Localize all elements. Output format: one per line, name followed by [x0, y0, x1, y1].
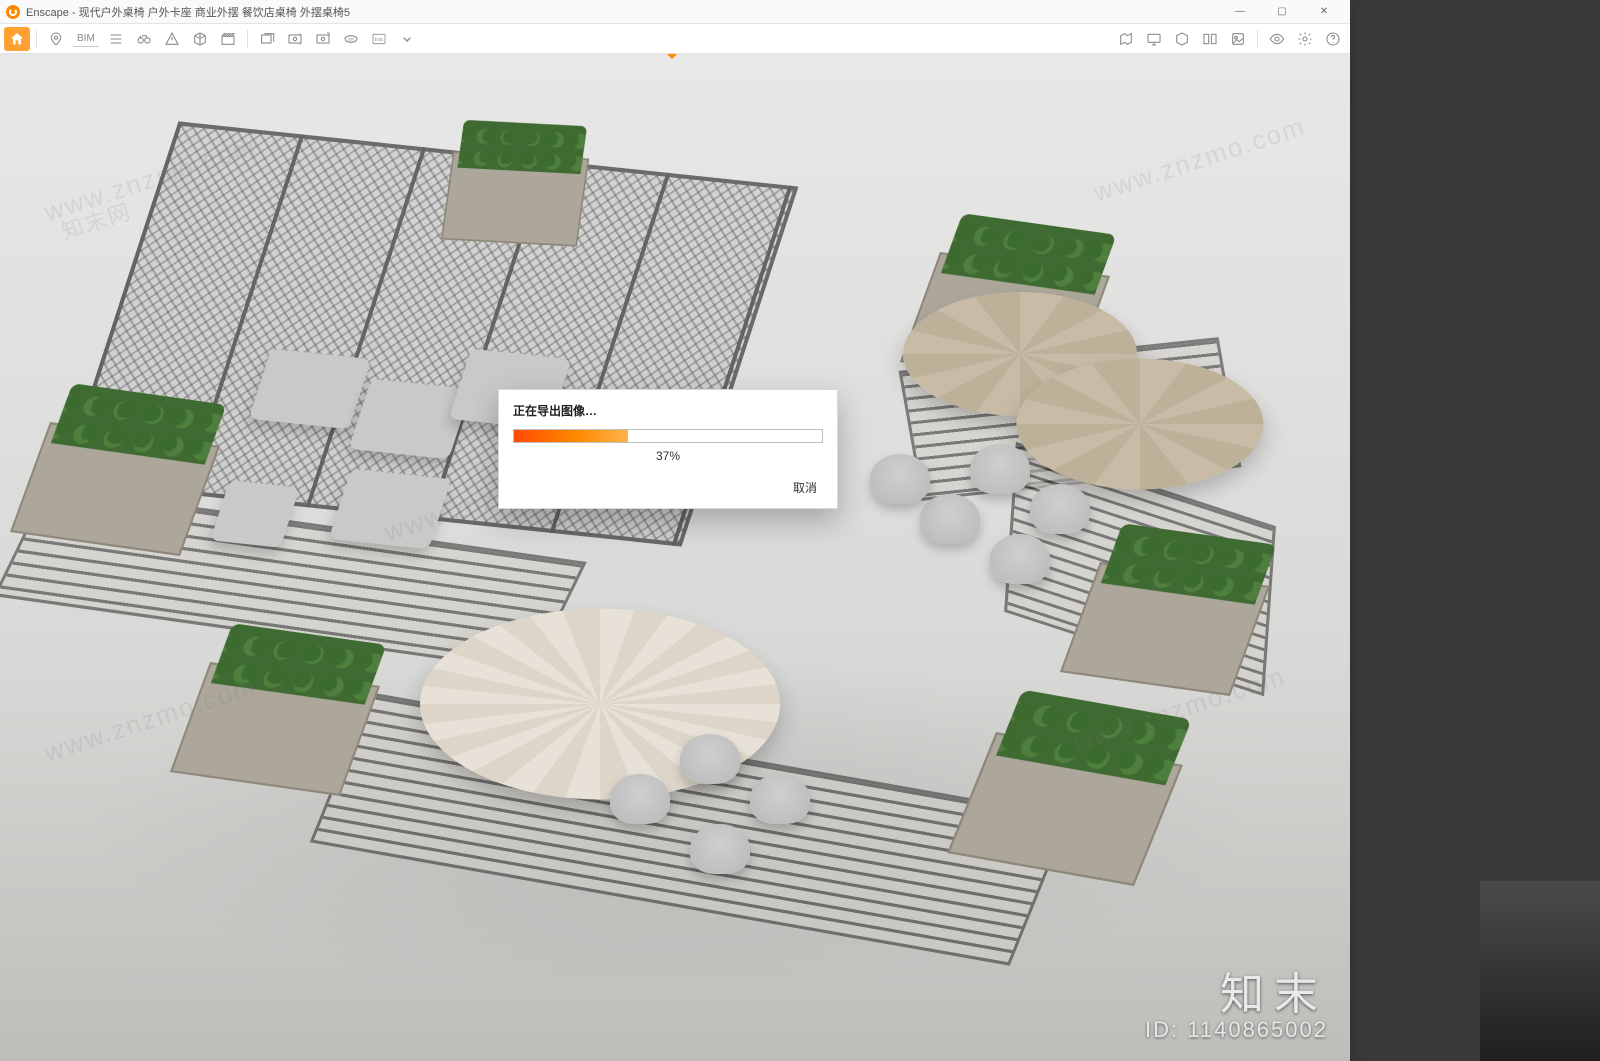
general-settings-button[interactable]: [1292, 27, 1318, 51]
screenshot-button[interactable]: [282, 27, 308, 51]
eye-visual-settings-icon: [1269, 31, 1285, 47]
scene-contents: [0, 54, 1350, 1061]
help-button[interactable]: [1320, 27, 1346, 51]
box-icon: [1174, 31, 1190, 47]
toolbar-group-right: [1113, 27, 1346, 51]
minimap-button[interactable]: [1113, 27, 1139, 51]
toolbar-separator: [1257, 30, 1258, 48]
batch-export-icon: [259, 31, 275, 47]
document-title: 现代户外桌椅 户外卡座 商业外摆 餐饮店桌椅 外摆桌椅5: [79, 7, 350, 19]
compare-button[interactable]: [1197, 27, 1223, 51]
more-export-button[interactable]: [394, 27, 420, 51]
panorama-360-button[interactable]: 360: [338, 27, 364, 51]
home-button[interactable]: [4, 27, 30, 51]
visual-settings-button[interactable]: [1264, 27, 1290, 51]
umbrella-canopy: [1017, 359, 1264, 490]
render-viewport[interactable]: www.znzmo.com 知末网 www.znzmo.com www.znzm…: [0, 54, 1350, 1061]
app-name: Enscape: [26, 7, 69, 19]
asset-id-line: ID: 1140865002: [1145, 1017, 1328, 1043]
export-progress-dialog: 正在导出图像… 37% 取消: [498, 389, 838, 509]
svg-text:EXE: EXE: [374, 37, 383, 42]
video-path-button[interactable]: [215, 27, 241, 51]
scene-chair: [920, 494, 980, 544]
background-dark-strip: [1480, 881, 1600, 1061]
list-icon: [108, 31, 124, 47]
scene-chair: [990, 534, 1050, 584]
scene-chair: [1030, 484, 1090, 534]
favorite-views-button[interactable]: [43, 27, 69, 51]
scene-chair: [970, 444, 1030, 494]
dialog-actions: 取消: [513, 477, 823, 498]
asset-library-button[interactable]: [1225, 27, 1251, 51]
asset-box-button[interactable]: [1169, 27, 1195, 51]
maximize-button[interactable]: ▢: [1262, 2, 1302, 22]
screenshot-export-icon: [287, 31, 303, 47]
settings-gear-icon: [1297, 31, 1313, 47]
close-button[interactable]: ✕: [1304, 2, 1344, 22]
scene-chair: [870, 454, 930, 504]
scene-chair: [750, 774, 810, 824]
svg-text:360: 360: [347, 36, 354, 41]
asset-id-value: 1140865002: [1187, 1017, 1328, 1042]
cube-outline-icon: [192, 31, 208, 47]
asset-id-prefix: ID:: [1145, 1017, 1187, 1042]
toolbar-separator: [36, 30, 37, 48]
dialog-title: 正在导出图像…: [513, 402, 823, 419]
window-title: Enscape - 现代户外桌椅 户外卡座 商业外摆 餐饮店桌椅 外摆桌椅5: [26, 4, 1220, 20]
minimize-button[interactable]: —: [1220, 2, 1260, 22]
scene-planter: [441, 151, 589, 246]
brand-logo-text: 知末: [1145, 973, 1328, 1017]
titlebar: Enscape - 现代户外桌椅 户外卡座 商业外摆 餐饮店桌椅 外摆桌椅5 —…: [0, 0, 1350, 24]
home-icon: [9, 31, 25, 47]
monitor-icon: [1146, 31, 1162, 47]
binoculars-icon: [136, 31, 152, 47]
progress-percent-label: 37%: [513, 449, 823, 463]
corner-brand-tag: 知末 ID: 1140865002: [1145, 973, 1328, 1043]
batch-render-button[interactable]: [254, 27, 280, 51]
clapperboard-icon: [220, 31, 236, 47]
time-of-day-button[interactable]: [159, 27, 185, 51]
screenshot-batch-icon: [315, 31, 331, 47]
display-settings-button[interactable]: [1141, 27, 1167, 51]
scene-chair: [610, 774, 670, 824]
exe-export-icon: EXE: [371, 31, 387, 47]
main-toolbar: BIM: [0, 24, 1350, 54]
clock-a-icon: [164, 31, 180, 47]
scene-chair: [690, 824, 750, 874]
compare-panels-icon: [1202, 31, 1218, 47]
chevron-down-icon: [399, 31, 415, 47]
toolbar-separator: [247, 30, 248, 48]
enscape-logo-icon: [6, 5, 20, 19]
desktop-background: Enscape - 现代户外桌椅 户外卡座 商业外摆 餐饮店桌椅 外摆桌椅5 —…: [0, 0, 1600, 1061]
map-layers-icon: [1118, 31, 1134, 47]
location-pin-icon: [48, 31, 64, 47]
window-controls: — ▢ ✕: [1220, 2, 1344, 22]
scene-chair: [680, 734, 740, 784]
toolbar-group-left: BIM: [4, 27, 420, 51]
orthographic-button[interactable]: [187, 27, 213, 51]
help-question-icon: [1325, 31, 1341, 47]
panorama-360-icon: 360: [343, 31, 359, 47]
batch-screenshot-button[interactable]: [310, 27, 336, 51]
binoculars-button[interactable]: [131, 27, 157, 51]
progress-fill: [514, 430, 628, 442]
bim-mode-label[interactable]: BIM: [73, 31, 99, 47]
title-separator: -: [69, 7, 79, 19]
exe-export-button[interactable]: EXE: [366, 27, 392, 51]
cancel-button[interactable]: 取消: [787, 477, 823, 498]
views-list-button[interactable]: [103, 27, 129, 51]
enscape-window: Enscape - 现代户外桌椅 户外卡座 商业外摆 餐饮店桌椅 外摆桌椅5 —…: [0, 0, 1350, 1061]
asset-library-icon: [1230, 31, 1246, 47]
progress-bar: [513, 429, 823, 443]
